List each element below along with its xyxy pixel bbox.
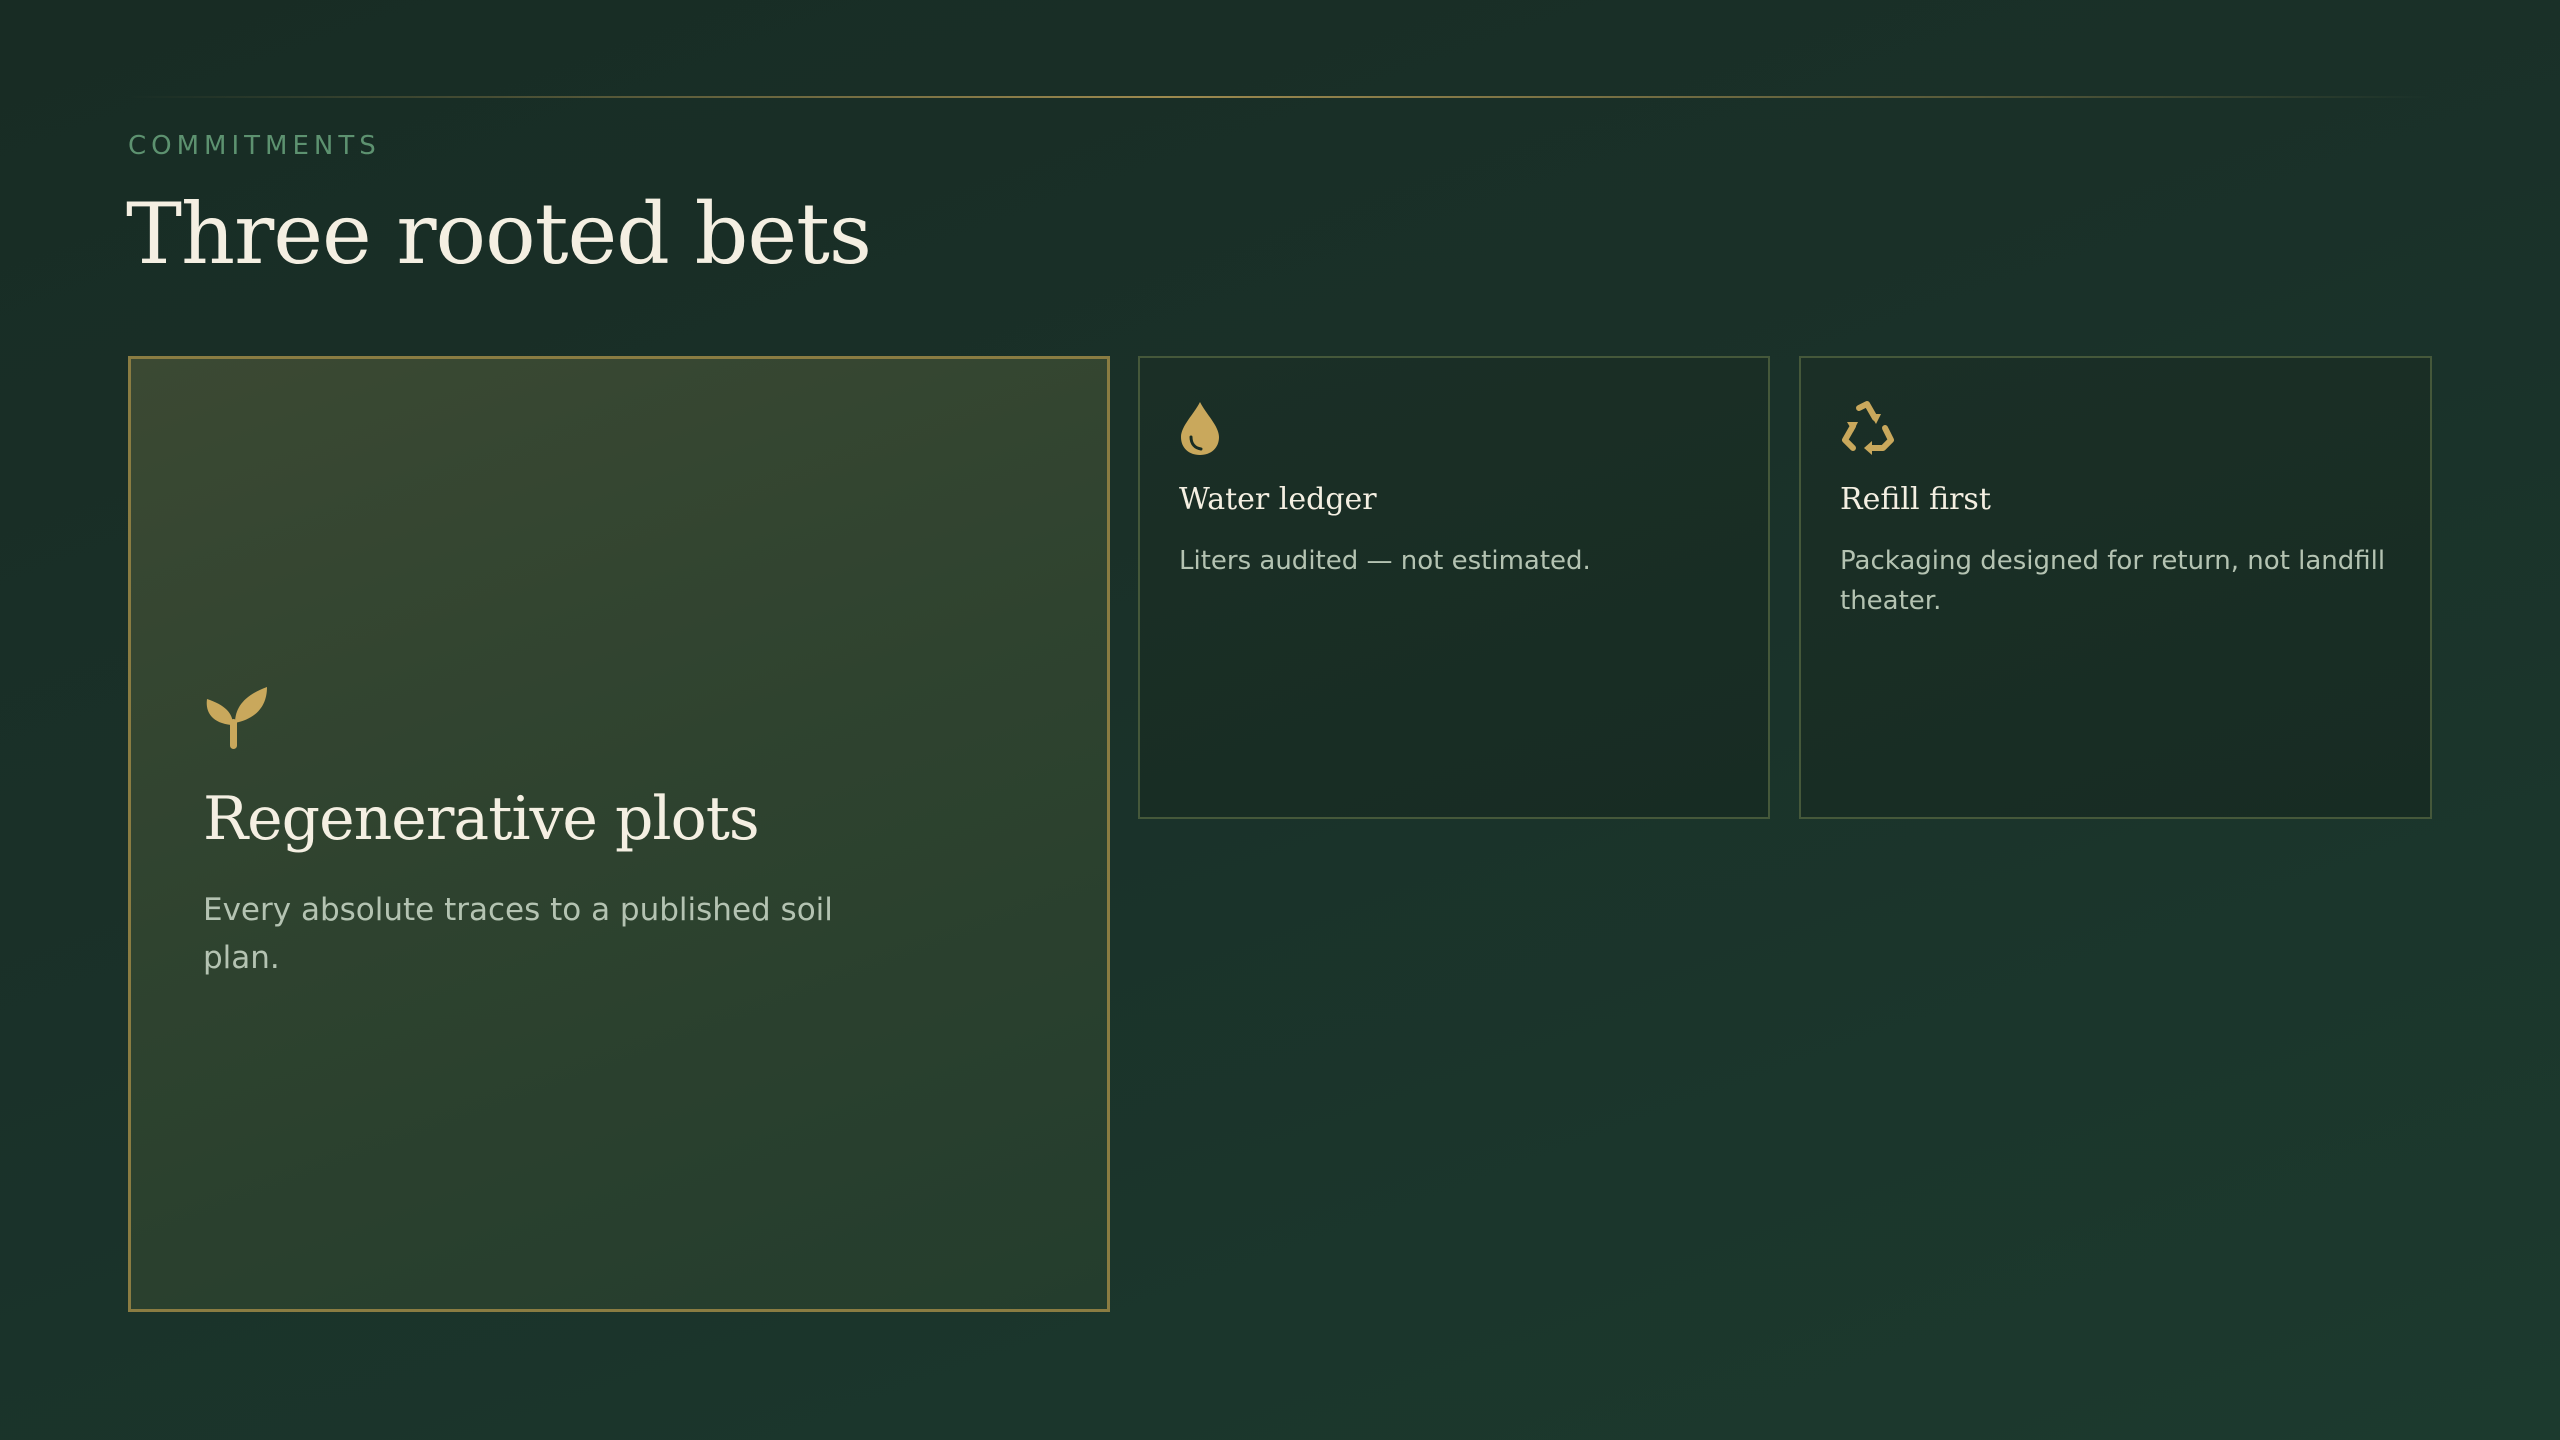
card-heading: Regenerative plots [203,784,760,854]
card-water-ledger: Water ledger Liters audited — not estima… [1138,356,1770,819]
section-title: Three rooted bets [126,185,872,283]
sprout-icon [206,687,267,749]
card-regenerative-plots: Regenerative plots Every absolute traces… [128,356,1110,1312]
card-description: Packaging designed for return, not landf… [1840,546,2386,616]
card-description: Every absolute traces to a published soi… [203,892,833,976]
top-divider-rule [128,96,2432,98]
section-eyebrow: COMMITMENTS [128,131,381,161]
card-heading: Water ledger [1179,482,1377,517]
water-drop-icon [1181,402,1219,455]
recycle-icon [1842,401,1894,455]
card-heading: Refill first [1840,482,1991,517]
card-refill-first: Refill first Packaging designed for retu… [1799,356,2432,819]
card-description: Liters audited — not estimated. [1179,546,1591,576]
